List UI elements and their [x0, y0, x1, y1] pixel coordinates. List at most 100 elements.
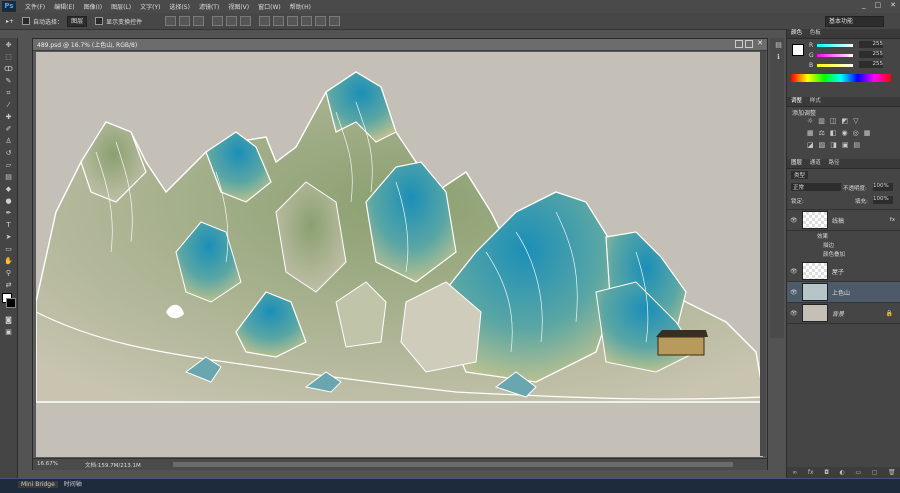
tab-styles[interactable]: 样式	[810, 97, 821, 106]
layer-row[interactable]: 👁 屋子	[787, 261, 900, 282]
doc-info[interactable]: 文档:159.7M/213.1M	[85, 461, 141, 469]
hue-sat-icon[interactable]: ▦	[807, 129, 814, 137]
quick-mask-icon[interactable]: ◙	[2, 315, 15, 325]
pen-tool-icon[interactable]: ✒	[2, 208, 15, 218]
canvas[interactable]	[35, 52, 764, 457]
fg-color-swatch[interactable]	[792, 44, 804, 56]
doc-maximize-button[interactable]	[745, 40, 753, 48]
vertical-scrollbar[interactable]	[760, 51, 766, 456]
tab-swatches[interactable]: 色板	[810, 29, 821, 38]
stroke-effect[interactable]: 描边	[823, 241, 834, 249]
tab-layers[interactable]: 图层	[791, 159, 802, 168]
shape-tool-icon[interactable]: ▭	[2, 244, 15, 254]
new-layer-icon[interactable]: ▢	[872, 469, 878, 476]
menu-type[interactable]: 文字(Y)	[140, 2, 160, 11]
path-select-tool-icon[interactable]: ➤	[2, 232, 15, 242]
dodge-tool-icon[interactable]: ●	[2, 196, 15, 206]
zoom-level[interactable]: 16.67%	[37, 461, 58, 467]
distribute-left-icon[interactable]	[301, 16, 313, 26]
distribute-top-icon[interactable]	[259, 16, 271, 26]
doc-close-icon[interactable]: ✕	[757, 39, 763, 47]
selective-color-icon[interactable]: ▣	[842, 141, 849, 149]
mini-bridge-tab[interactable]: Mini Bridge	[18, 481, 58, 488]
move-tool-icon[interactable]: ✥	[2, 40, 15, 50]
kind-filter-dropdown[interactable]: 类型	[791, 171, 809, 179]
screen-mode-icon[interactable]: ▣	[2, 327, 15, 337]
align-top-icon[interactable]	[165, 16, 177, 26]
menu-filter[interactable]: 滤镜(T)	[199, 2, 219, 11]
distribute-right-icon[interactable]	[329, 16, 341, 26]
history-panel-icon[interactable]: ▤	[772, 40, 785, 50]
auto-select-dropdown[interactable]: 图层	[67, 15, 88, 27]
layer-row-selected[interactable]: 👁 上色山	[787, 282, 900, 303]
g-slider[interactable]	[817, 54, 853, 57]
color-spectrum[interactable]	[791, 74, 891, 82]
b-slider[interactable]	[817, 64, 853, 67]
link-layers-icon[interactable]: ∞	[792, 469, 797, 476]
auto-select-checkbox[interactable]	[22, 17, 31, 25]
tab-channels[interactable]: 通道	[810, 159, 821, 168]
menu-image[interactable]: 图像(I)	[84, 2, 102, 11]
align-right-icon[interactable]	[240, 16, 252, 26]
marquee-tool-icon[interactable]: ⬚	[2, 52, 15, 62]
layer-row[interactable]: 👁 背景 🔒	[787, 303, 900, 324]
levels-icon[interactable]: ▥	[818, 117, 825, 125]
eye-icon[interactable]: 👁	[790, 268, 798, 275]
menu-window[interactable]: 窗口(W)	[258, 2, 281, 11]
crop-tool-icon[interactable]: ⌗	[2, 88, 15, 98]
align-center-icon[interactable]	[226, 16, 238, 26]
menu-layer[interactable]: 图层(L)	[111, 2, 131, 11]
swap-colors-icon[interactable]: ⇄	[2, 280, 15, 290]
clone-stamp-tool-icon[interactable]: ♙	[2, 136, 15, 146]
document-tab[interactable]: 489.psd @ 16.7% (上色山, RGB/8) ✕	[33, 39, 767, 51]
distribute-bottom-icon[interactable]	[287, 16, 299, 26]
eye-icon[interactable]: 👁	[790, 310, 798, 317]
type-tool-icon[interactable]: T	[2, 220, 15, 230]
b-value[interactable]: 255	[859, 61, 883, 68]
color-overlay-effect[interactable]: 颜色叠加	[823, 250, 845, 258]
posterize-icon[interactable]: ▨	[819, 141, 826, 149]
gradient-map-icon[interactable]: ▤	[854, 141, 861, 149]
layer-row[interactable]: 👁 线稿 fx	[787, 210, 900, 231]
maximize-button[interactable]: □	[875, 1, 882, 9]
show-transform-checkbox[interactable]	[95, 17, 104, 25]
align-middle-icon[interactable]	[179, 16, 191, 26]
align-left-icon[interactable]	[212, 16, 224, 26]
new-group-icon[interactable]: ▭	[855, 469, 861, 476]
blur-tool-icon[interactable]: ◆	[2, 184, 15, 194]
fill-input[interactable]: 100%	[873, 196, 893, 204]
healing-tool-icon[interactable]: ✚	[2, 112, 15, 122]
menu-select[interactable]: 选择(S)	[169, 2, 190, 11]
blend-mode-dropdown[interactable]: 正常	[791, 183, 841, 191]
new-adjustment-icon[interactable]: ◐	[840, 469, 845, 476]
r-slider[interactable]	[817, 44, 853, 47]
history-brush-tool-icon[interactable]: ↺	[2, 148, 15, 158]
menu-view[interactable]: 视图(V)	[228, 2, 249, 11]
menu-file[interactable]: 文件(F)	[25, 2, 45, 11]
menu-help[interactable]: 帮助(H)	[290, 2, 311, 11]
vibrance-icon[interactable]: ▽	[853, 117, 858, 125]
lasso-tool-icon[interactable]: ↀ	[2, 64, 15, 74]
distribute-middle-icon[interactable]	[273, 16, 285, 26]
g-value[interactable]: 255	[859, 51, 883, 58]
close-button[interactable]: ✕	[890, 1, 896, 9]
threshold-icon[interactable]: ◨	[830, 141, 837, 149]
trash-icon[interactable]: 🗑	[888, 469, 896, 476]
opacity-input[interactable]: 100%	[873, 183, 893, 191]
workspace-dropdown[interactable]: 基本功能	[825, 16, 884, 27]
tab-paths[interactable]: 路径	[829, 159, 840, 168]
color-lookup-icon[interactable]: ▦	[864, 129, 871, 137]
fx-icon[interactable]: fx	[890, 217, 895, 223]
align-bottom-icon[interactable]	[193, 16, 205, 26]
brush-tool-icon[interactable]: ✐	[2, 124, 15, 134]
eye-icon[interactable]: 👁	[790, 289, 798, 296]
distribute-center-icon[interactable]	[315, 16, 327, 26]
eraser-tool-icon[interactable]: ▱	[2, 160, 15, 170]
hand-tool-icon[interactable]: ✋	[2, 256, 15, 266]
eye-icon[interactable]: 👁	[790, 217, 798, 224]
photo-filter-icon[interactable]: ◉	[842, 129, 848, 137]
zoom-tool-icon[interactable]: ⚲	[2, 268, 15, 278]
properties-panel-icon[interactable]: ℹ	[772, 52, 785, 62]
minimize-button[interactable]: _	[862, 1, 866, 9]
add-style-icon[interactable]: fx	[808, 469, 814, 476]
